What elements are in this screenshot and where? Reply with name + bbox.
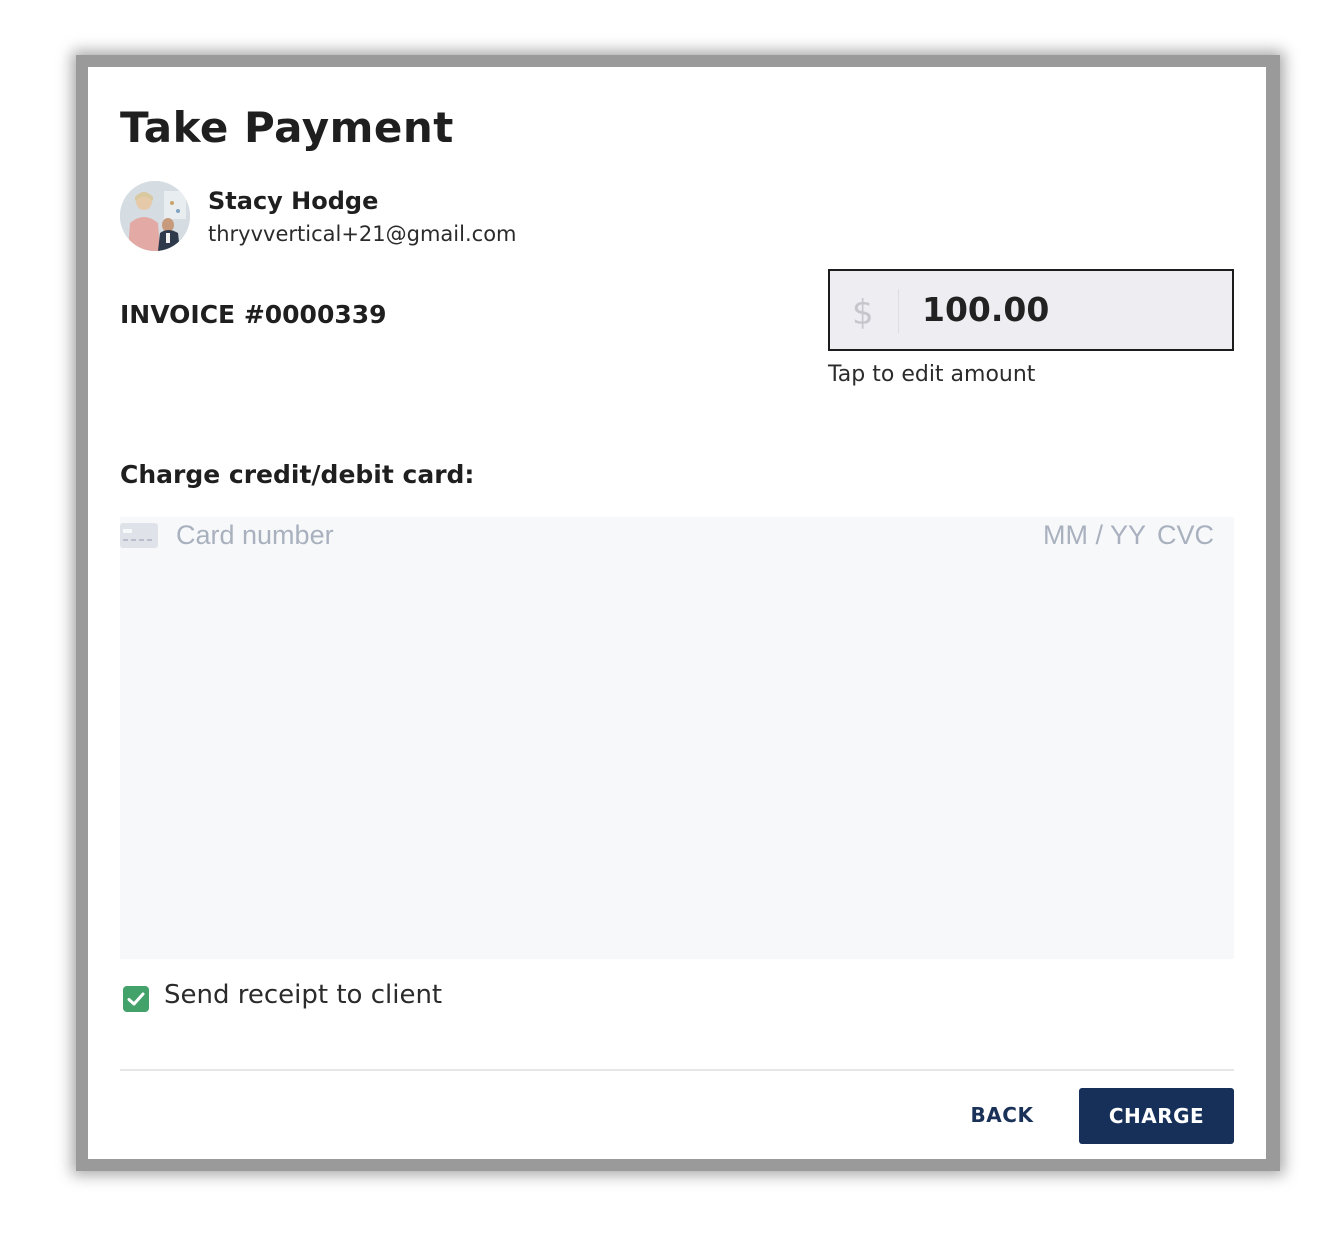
footer-divider — [120, 1069, 1234, 1071]
take-payment-dialog: Take Payment Stacy Hodge thryvvertical+2… — [88, 67, 1266, 1159]
charge-button[interactable]: CHARGE — [1079, 1088, 1234, 1144]
send-receipt-checkbox[interactable] — [123, 986, 149, 1012]
card-number-input[interactable] — [176, 517, 676, 553]
amount-value: 100.00 — [922, 290, 1050, 329]
avatar-photo-icon — [120, 181, 190, 251]
back-button[interactable]: BACK — [954, 1088, 1050, 1142]
card-section-label: Charge credit/debit card: — [120, 460, 475, 489]
send-receipt-label: Send receipt to client — [164, 980, 443, 1010]
client-email: thryvvertical+21@gmail.com — [208, 222, 517, 246]
currency-divider — [898, 289, 899, 333]
invoice-number: INVOICE #0000339 — [120, 300, 387, 329]
amount-field[interactable]: $ 100.00 — [828, 269, 1234, 351]
card-cvc-input[interactable] — [1152, 517, 1214, 553]
client-name: Stacy Hodge — [208, 187, 379, 215]
currency-symbol: $ — [852, 293, 874, 333]
card-expiry-input[interactable] — [1026, 517, 1146, 553]
client-avatar — [120, 181, 190, 251]
checkmark-icon — [127, 992, 145, 1006]
credit-card-icon — [120, 523, 158, 548]
amount-hint: Tap to edit amount — [828, 362, 1036, 387]
dialog-title: Take Payment — [120, 103, 454, 152]
card-input-area[interactable] — [120, 517, 1234, 959]
